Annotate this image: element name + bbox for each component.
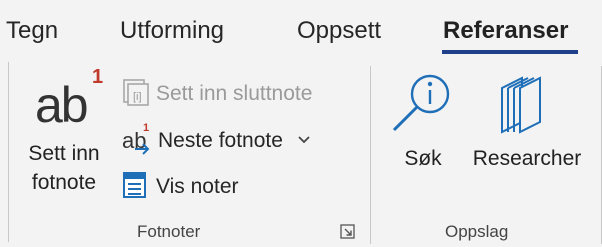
insert-endnote-icon: [i] [120, 77, 150, 112]
researcher-button[interactable]: Researcher [468, 70, 586, 180]
tab-referanser[interactable]: Referanser [443, 16, 568, 46]
search-button[interactable]: Søk [384, 70, 462, 180]
next-footnote-label: Neste fotnote [158, 129, 283, 152]
active-tab-indicator [442, 50, 578, 54]
insert-footnote-label-1: Sett inn [28, 142, 100, 165]
ribbon-tabs: Tegn Utforming Oppsett Referanser [0, 6, 602, 56]
search-icon [384, 70, 462, 140]
search-label: Søk [404, 147, 442, 170]
group-label-fotnoter: Fotnoter [137, 222, 201, 241]
show-notes-label: Vis noter [156, 175, 239, 198]
next-footnote-icon: ab 1 [122, 122, 150, 155]
insert-endnote-label: Sett inn sluttnote [156, 82, 313, 105]
dialog-launcher-icon[interactable] [340, 224, 355, 244]
ribbon-left-edge [8, 62, 9, 242]
show-notes-button[interactable]: Vis noter [120, 170, 239, 204]
tab-tegn[interactable]: Tegn [6, 16, 58, 46]
insert-footnote-button[interactable]: ab 1 Sett inn fotnote [18, 66, 110, 206]
insert-footnote-label-2: fotnote [31, 171, 97, 194]
svg-text:[i]: [i] [133, 91, 142, 103]
researcher-icon [468, 70, 586, 140]
show-notes-icon [120, 170, 150, 205]
tab-utforming[interactable]: Utforming [120, 16, 224, 46]
insert-endnote-button[interactable]: [i] Sett inn sluttnote [120, 77, 312, 111]
chevron-down-icon[interactable] [297, 132, 311, 150]
tab-oppsett[interactable]: Oppsett [297, 16, 381, 46]
group-divider [370, 66, 371, 244]
researcher-label: Researcher [472, 147, 582, 170]
insert-footnote-icon: ab 1 [35, 66, 104, 133]
group-label-oppslag: Oppslag [445, 222, 509, 241]
next-footnote-button[interactable]: ab 1 Neste fotnote [120, 122, 311, 158]
